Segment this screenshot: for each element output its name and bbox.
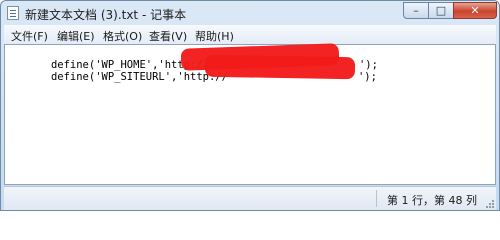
menu-format[interactable]: 格式(O) [100,27,145,45]
notepad-icon [7,6,19,20]
close-button[interactable]: ✕ [453,2,497,19]
notepad-window: 新建文本文档 (3).txt - 记事本 – □ ✕ 文件(F) 编辑(E) 格… [0,0,500,211]
menu-file[interactable]: 文件(F) [8,27,51,45]
maximize-button[interactable]: □ [428,2,454,19]
window-title: 新建文本文档 (3).txt - 记事本 [25,8,187,22]
title-bar[interactable]: 新建文本文档 (3).txt - 记事本 – □ ✕ [1,1,499,25]
text-editor[interactable]: define('WP_HOME','http://'); define('WP_… [4,43,496,185]
menu-view[interactable]: 查看(V) [146,27,190,45]
menu-bar: 文件(F) 编辑(E) 格式(O) 查看(V) 帮助(H) [4,25,496,45]
line-2-visible-text: define('WP_SITEURL','http:// [50,71,228,83]
status-separator [376,190,377,207]
redaction-mark-2 [204,54,356,80]
menu-help[interactable]: 帮助(H) [192,27,237,45]
minimize-button[interactable]: – [403,2,429,19]
cursor-position: 第 1 行，第 48 列 [387,194,477,207]
menu-edit[interactable]: 编辑(E) [54,27,98,45]
resize-grip-icon[interactable] [484,198,494,208]
line-2-tail-text: '); [357,71,377,83]
status-bar: 第 1 行，第 48 列 [4,186,496,210]
